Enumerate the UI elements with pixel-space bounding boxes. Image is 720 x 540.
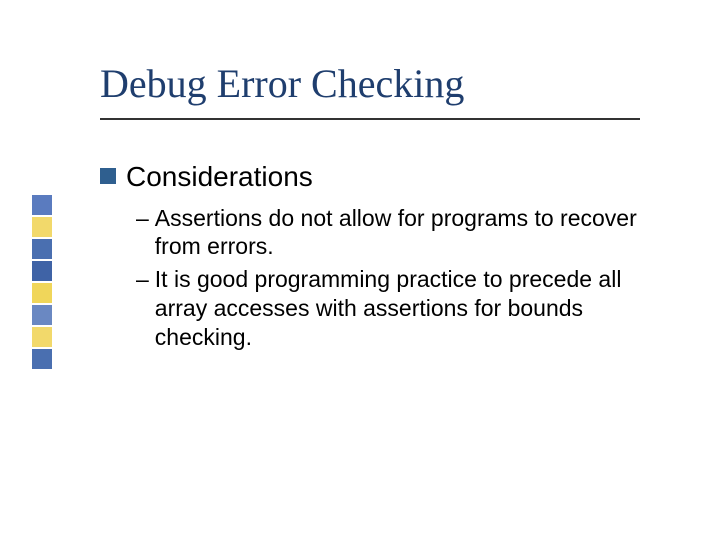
slide: Debug Error Checking Considerations – As…: [0, 0, 720, 540]
dash-icon: –: [136, 265, 149, 351]
decorative-squares: [32, 195, 60, 371]
bullet-level1: Considerations: [100, 160, 660, 194]
square-bullet-icon: [100, 168, 116, 184]
deco-sq: [32, 217, 52, 237]
deco-sq: [32, 261, 52, 281]
bullet-level2: – Assertions do not allow for programs t…: [136, 204, 660, 262]
dash-icon: –: [136, 204, 149, 262]
bullet-level2: – It is good programming practice to pre…: [136, 265, 660, 351]
deco-sq: [32, 283, 52, 303]
deco-sq: [32, 239, 52, 259]
level1-text: Considerations: [126, 160, 313, 194]
level2-text: It is good programming practice to prece…: [155, 265, 660, 351]
deco-sq: [32, 305, 52, 325]
slide-body: Considerations – Assertions do not allow…: [100, 160, 660, 355]
deco-sq: [32, 195, 52, 215]
deco-sq: [32, 349, 52, 369]
slide-title: Debug Error Checking: [100, 60, 464, 107]
level2-text: Assertions do not allow for programs to …: [155, 204, 660, 262]
title-underline: [100, 118, 640, 120]
deco-sq: [32, 327, 52, 347]
